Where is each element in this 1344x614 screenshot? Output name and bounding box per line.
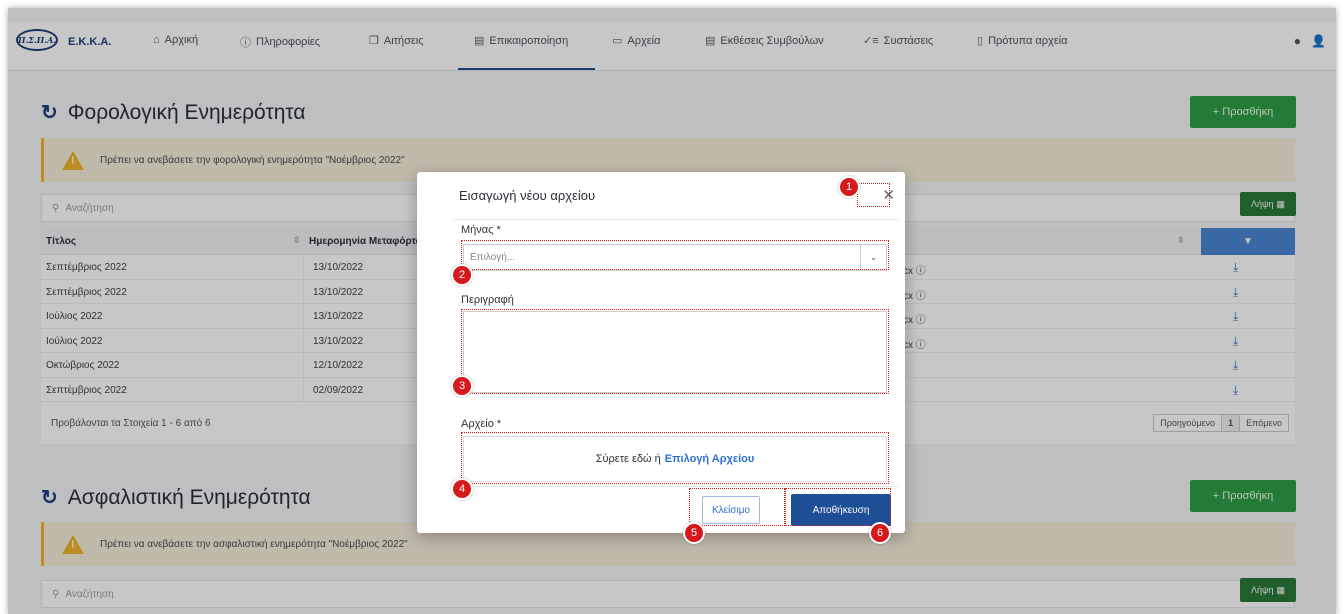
highlight-box (857, 183, 890, 207)
highlight-box (785, 488, 891, 526)
marker-2: 2 (451, 264, 473, 286)
description-label: Περιγραφή (461, 294, 514, 306)
highlight-box (689, 488, 785, 526)
marker-1: 1 (838, 176, 860, 198)
marker-4: 4 (451, 478, 473, 500)
divider (453, 486, 899, 487)
highlight-box (461, 240, 889, 270)
modal-title: Εισαγωγή νέου αρχείου (459, 188, 596, 203)
marker-3: 3 (451, 375, 473, 397)
marker-6: 6 (869, 522, 891, 544)
highlight-box (461, 432, 889, 484)
month-label: Μήνας * (461, 224, 501, 236)
highlight-box (461, 309, 889, 394)
marker-5: 5 (683, 522, 705, 544)
file-label: Αρχείο * (461, 418, 502, 430)
app-window: Π.Σ.Π.Α. E.K.K.A. ⌂ Αρχική ⓘ Πληροφορίες ❐… (8, 8, 1336, 614)
divider (453, 219, 899, 220)
